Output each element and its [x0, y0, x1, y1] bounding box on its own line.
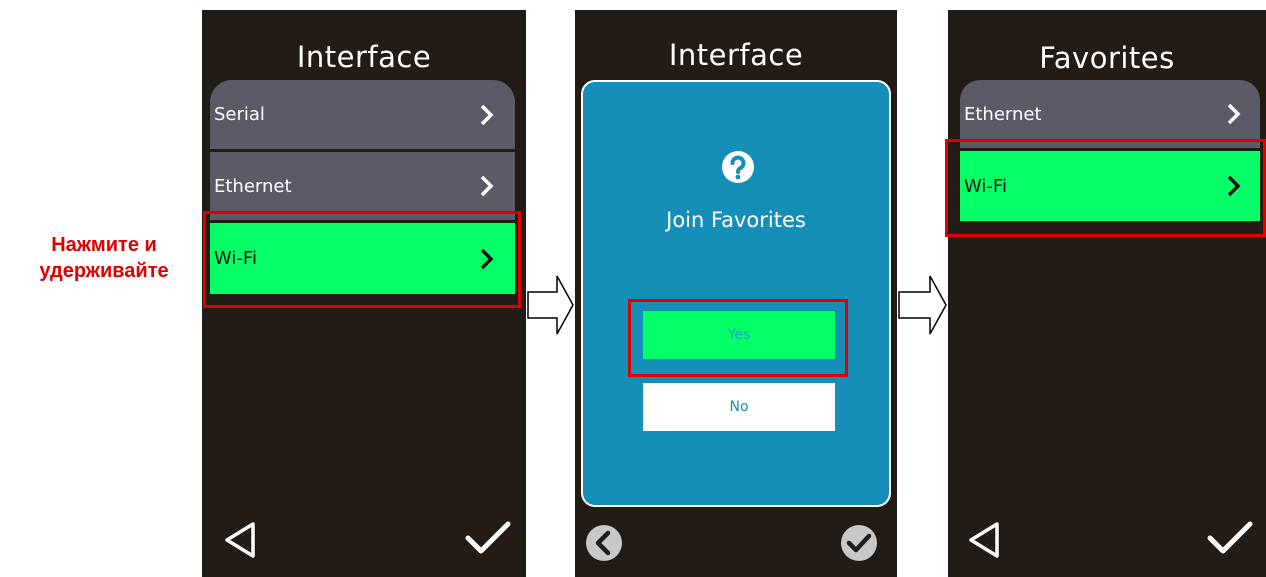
screen-title: Interface — [668, 38, 804, 72]
list-item-serial[interactable]: Serial — [210, 80, 515, 149]
list-item-ethernet[interactable]: Ethernet — [210, 152, 515, 220]
flow-arrow-icon — [898, 275, 947, 335]
checkmark-icon[interactable] — [1206, 518, 1254, 558]
chevron-right-icon — [480, 104, 494, 125]
back-triangle-icon[interactable] — [222, 520, 258, 560]
favorites-screen: Favorites Ethernet Wi-Fi — [948, 10, 1266, 577]
check-circle-icon[interactable] — [840, 524, 878, 562]
screen-title: Favorites — [1039, 41, 1175, 75]
question-icon — [722, 151, 754, 183]
instruction-line-1: Нажмите и — [51, 234, 157, 256]
checkmark-icon[interactable] — [464, 518, 512, 558]
join-favorites-screen: Interface Join Favorites Yes No — [575, 10, 897, 577]
back-circle-icon[interactable] — [585, 524, 623, 562]
highlight-frame-yes — [628, 299, 848, 377]
flow-arrow-icon — [527, 275, 574, 335]
list-item-label: Serial — [214, 104, 265, 125]
list-item-ethernet[interactable]: Ethernet — [960, 80, 1260, 148]
instruction-line-2: удерживайте — [39, 260, 169, 282]
press-and-hold-instruction: Нажмите и удерживайте — [4, 232, 204, 284]
no-button[interactable]: No — [643, 383, 835, 431]
highlight-frame-wifi — [203, 211, 521, 308]
list-item-label: Ethernet — [214, 175, 292, 197]
highlight-frame-wifi-favorite — [945, 139, 1266, 237]
screen-title: Interface — [296, 40, 432, 74]
list-item-label: Ethernet — [964, 103, 1042, 125]
join-favorites-dialog: Join Favorites Yes No — [581, 80, 891, 507]
chevron-right-icon — [1227, 103, 1241, 125]
chevron-right-icon — [480, 175, 494, 197]
dialog-title: Join Favorites — [666, 208, 806, 232]
back-triangle-icon[interactable] — [966, 520, 1002, 560]
